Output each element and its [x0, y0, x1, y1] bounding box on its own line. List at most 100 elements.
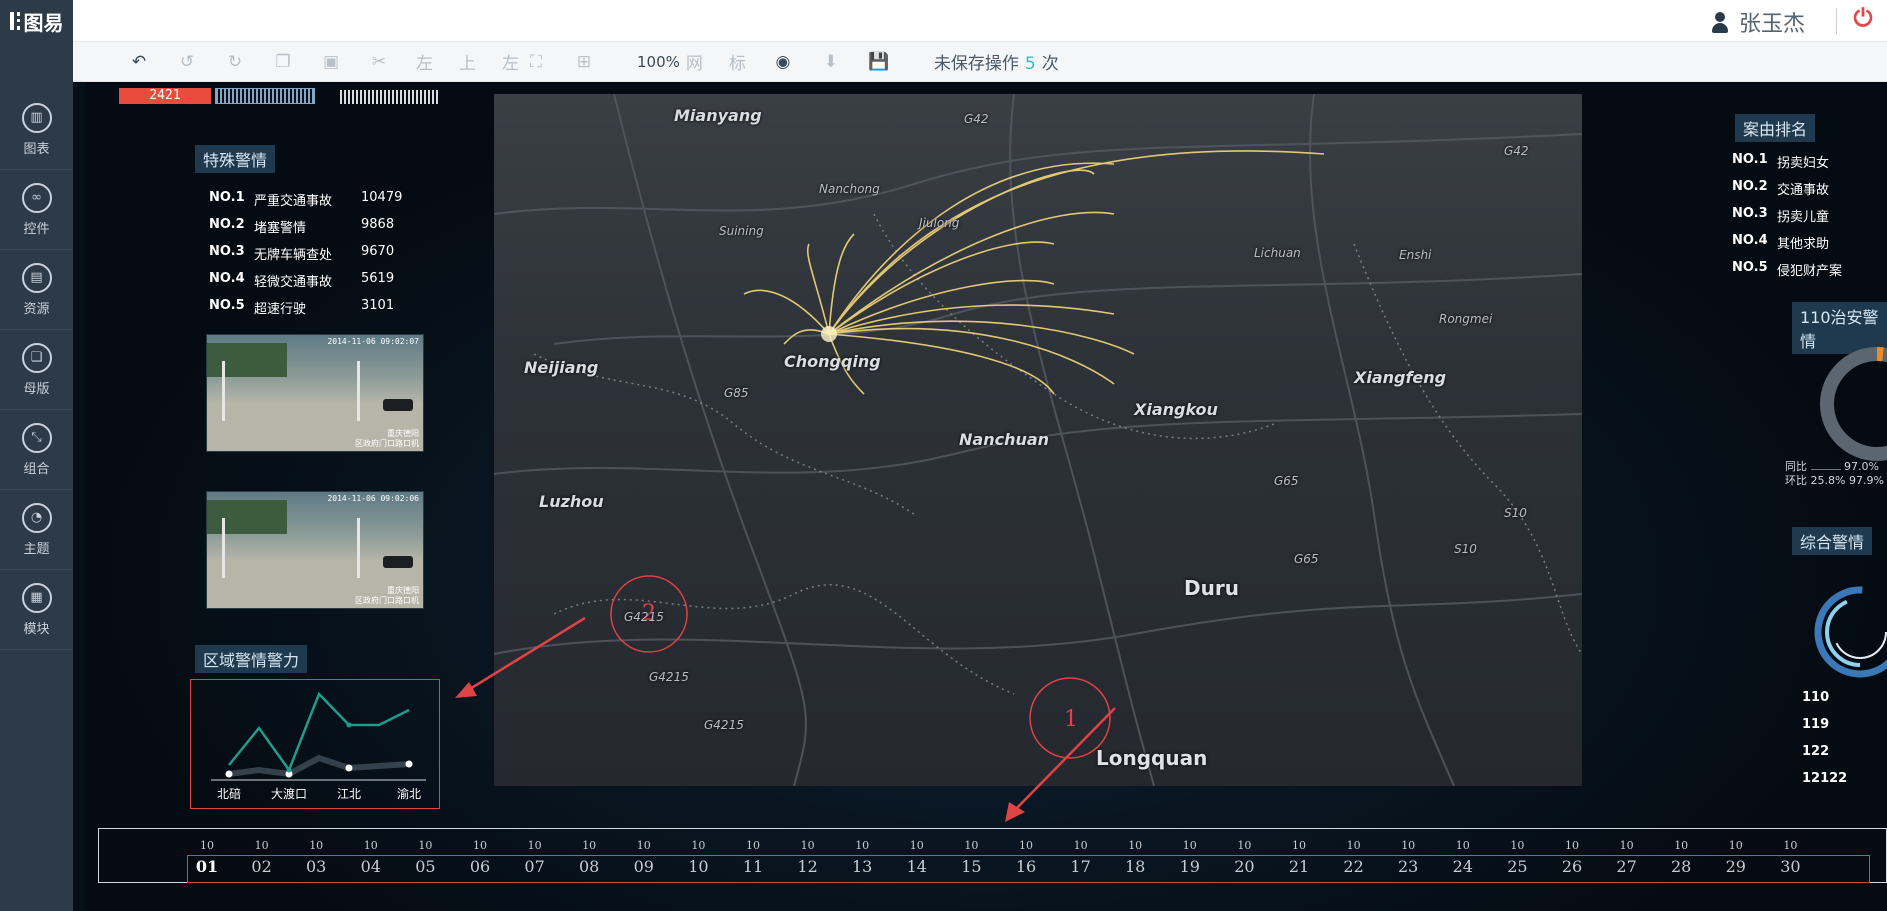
timeline-day[interactable]: 30 [1770, 857, 1810, 876]
map-label: Rongmei [1439, 312, 1493, 326]
logo-icon [9, 12, 20, 30]
sidebar-item-charts[interactable]: ▥ 图表 [0, 90, 73, 170]
sidebar-item-theme[interactable]: ◔ 主题 [0, 490, 73, 570]
align-left-button[interactable]: 左 [416, 49, 433, 74]
map-label: Chongqing [784, 352, 881, 371]
align-left-button-2[interactable]: 左 [502, 49, 519, 74]
camera-feed-1[interactable]: 2014-11-06 09:02:07 重庆德阳 区政府门口路口机 [206, 334, 424, 452]
user-menu[interactable]: 张玉杰 [1711, 6, 1805, 38]
save-icon[interactable]: 💾 [868, 52, 890, 72]
arrow-head [455, 682, 477, 698]
unsaved-ops: 未保存操作 5 次 [934, 49, 1059, 74]
timeline-day[interactable]: 16 [1006, 857, 1046, 876]
timeline-day[interactable]: 03 [296, 857, 336, 876]
editor-toolbar: ↶ ↺ ↻ ❐ ▣ ✂ 左 上 左 ⛶ ⊞ 100% 网 标 ◉ ⬇ 💾 未保存… [73, 42, 1887, 82]
app-logo[interactable]: 图易 [0, 0, 73, 42]
timeline-top-value: 10 [1728, 839, 1743, 852]
list-item: NO.5 超速行驶 3101 [209, 298, 395, 317]
unsaved-prefix: 未保存操作 [933, 54, 1019, 74]
paste-icon[interactable]: ▣ [320, 52, 342, 72]
sidebar-item-group[interactable]: ⤡ 组合 [0, 410, 73, 490]
timeline-day[interactable]: 21 [1279, 857, 1319, 876]
zoom-level[interactable]: 100% [637, 53, 680, 71]
cut-icon[interactable]: ✂ [368, 52, 390, 72]
timeline-day[interactable]: 15 [951, 857, 991, 876]
timeline-top-value: 10 [1674, 839, 1689, 852]
download-icon[interactable]: ⬇ [820, 52, 842, 72]
map-label: Enshi [1399, 248, 1432, 262]
timeline-day[interactable]: 20 [1224, 857, 1264, 876]
timeline-day[interactable]: 13 [842, 857, 882, 876]
align-top-button[interactable]: 上 [459, 49, 476, 74]
regional-title: 区域警情警力 [195, 645, 308, 673]
timeline-day[interactable]: 24 [1443, 857, 1483, 876]
timeline-day[interactable]: 01 [187, 857, 227, 876]
timeline-day[interactable]: 05 [405, 857, 445, 876]
copy-icon[interactable]: ❐ [272, 52, 294, 72]
grid-button[interactable]: 网 [686, 49, 703, 74]
timeline-day[interactable]: 06 [460, 857, 500, 876]
timeline-day[interactable]: 18 [1115, 857, 1155, 876]
book-icon: ▤ [21, 262, 52, 293]
map-label: Mianyang [674, 106, 762, 125]
list-item: NO.3 无牌车辆查处 9670 [209, 244, 395, 263]
header-barcode-2 [340, 90, 440, 104]
map-label: Lichuan [1254, 246, 1301, 260]
timeline-day[interactable]: 22 [1334, 857, 1374, 876]
map-view[interactable]: 1 2 Mianyang Nanchong Suining Jiulong Ne… [494, 94, 1582, 786]
case-ranking-list: NO.1 拐卖妇女 NO.2 交通事故 NO.3 拐卖儿童 NO.4 其他求助 NO.5… [1732, 152, 1842, 287]
list-item: 119 [1802, 717, 1830, 732]
regional-line-chart[interactable]: 北碚 大渡口 江北 渝北 [190, 679, 440, 809]
sidebar-item-label: 资源 [23, 301, 50, 317]
map-label: Nanchong [819, 182, 880, 196]
timeline-day[interactable]: 08 [569, 857, 609, 876]
timeline-day[interactable]: 25 [1497, 857, 1537, 876]
sidebar-item-master[interactable]: ❏ 母版 [0, 330, 73, 410]
redo-icon[interactable]: ↻ [224, 52, 246, 72]
timeline-day[interactable]: 12 [788, 857, 828, 876]
timeline-day[interactable]: 14 [897, 857, 937, 876]
top-bar: 图易 张玉杰 ⏻ [0, 0, 1887, 42]
timeline-day[interactable]: 11 [733, 857, 773, 876]
fit-icon[interactable]: ⛶ [525, 52, 547, 72]
ruler-button[interactable]: 标 [729, 49, 746, 74]
map-label: G42 [1504, 144, 1529, 158]
day-timeline[interactable]: 10 01 10 02 10 03 10 04 10 05 10 06 10 07 10 08 10 09 10 10… [98, 828, 1887, 883]
dashboard-canvas[interactable]: 2421 特殊警情 NO.1 严重交通事故 10479 NO.2 堵塞警情 9868 N… [85, 82, 1887, 911]
timeline-day[interactable]: 27 [1607, 857, 1647, 876]
timeline-day[interactable]: 10 [678, 857, 718, 876]
timeline-top-value: 10 [1401, 839, 1416, 852]
camera-feed-2[interactable]: 2014-11-06 09:02:06 重庆德阳 区政府门口路口机 [206, 491, 424, 609]
map-label: G4215 [624, 610, 664, 624]
undo-icon[interactable]: ↺ [176, 52, 198, 72]
map-label: Suining [719, 224, 764, 238]
timeline-day[interactable]: 09 [624, 857, 664, 876]
arrow-head [1005, 802, 1025, 822]
undo-all-icon[interactable]: ↶ [128, 52, 150, 72]
point [345, 764, 353, 772]
timeline-day[interactable]: 29 [1716, 857, 1756, 876]
timeline-day[interactable]: 02 [242, 857, 282, 876]
timeline-day[interactable]: 23 [1388, 857, 1428, 876]
special-alerts-title: 特殊警情 [195, 145, 276, 173]
timeline-top-value: 10 [309, 839, 324, 852]
resize-icon[interactable]: ⊞ [573, 52, 595, 72]
preview-eye-icon[interactable]: ◉ [772, 52, 794, 72]
sidebar-item-module[interactable]: ▦ 模块 [0, 570, 73, 650]
timeline-top-value: 10 [200, 839, 214, 852]
power-icon[interactable]: ⏻ [1851, 5, 1875, 31]
timeline-day[interactable]: 28 [1661, 857, 1701, 876]
timeline-top-value: 10 [1346, 839, 1361, 852]
timeline-day[interactable]: 26 [1552, 857, 1592, 876]
sidebar-item-label: 母版 [23, 381, 50, 397]
bar-chart-icon: ▥ [21, 102, 52, 133]
sidebar-item-controls[interactable]: ∞ 控件 [0, 170, 73, 250]
comprehensive-donut [1814, 586, 1887, 678]
timeline-day[interactable]: 17 [1061, 857, 1101, 876]
timeline-day[interactable]: 19 [1170, 857, 1210, 876]
series-line-grey [228, 754, 410, 778]
timeline-day[interactable]: 04 [351, 857, 391, 876]
timeline-day[interactable]: 07 [515, 857, 555, 876]
camera-caption: 重庆德阳 区政府门口路口机 [355, 429, 419, 448]
sidebar-item-resources[interactable]: ▤ 资源 [0, 250, 73, 330]
